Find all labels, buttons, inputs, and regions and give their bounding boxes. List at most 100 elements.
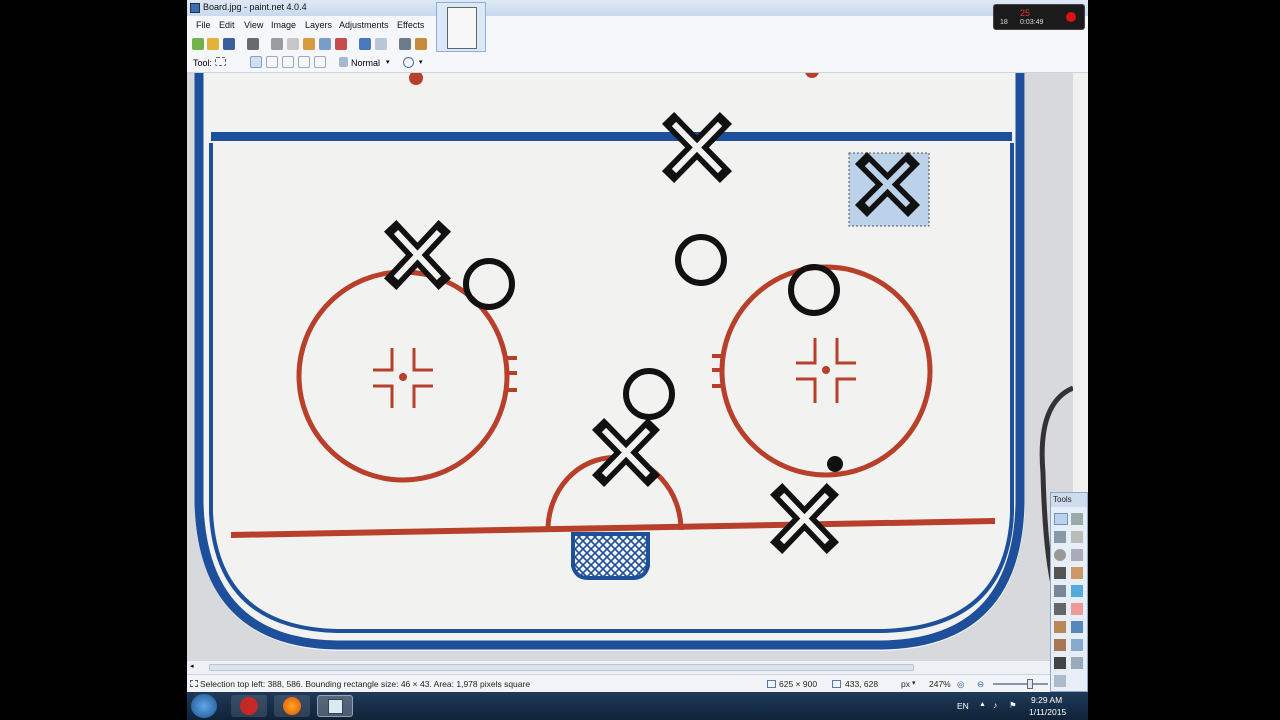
scroll-left-icon[interactable]: ◂ <box>190 662 194 670</box>
chevron-down-icon[interactable]: ▾ <box>386 58 390 66</box>
zoom-out-icon[interactable]: ⊖ <box>977 679 984 690</box>
system-tray: EN ▲ ♪ ⚑ 9:29 AM 1/11/2015 <box>953 692 1088 720</box>
selection-mode-intersect-icon[interactable] <box>298 56 310 68</box>
rectangle-select-icon[interactable] <box>215 57 226 66</box>
cursor-icon <box>832 680 841 688</box>
thumbnail-image <box>447 7 477 49</box>
selection-mode-exclude-icon[interactable] <box>282 56 294 68</box>
open-icon[interactable] <box>207 38 219 50</box>
image-size-icon <box>767 680 776 688</box>
save-icon[interactable] <box>223 38 235 50</box>
firefox-icon <box>283 697 301 715</box>
menu-effects[interactable]: Effects <box>397 20 424 30</box>
copy-icon[interactable] <box>287 38 299 50</box>
paste-icon[interactable] <box>303 38 315 50</box>
line-curve-tool-icon[interactable] <box>1071 657 1083 669</box>
recorder-top-value: 25 <box>1020 8 1031 18</box>
tool-label: Tool: <box>193 58 213 68</box>
image-size: 625 × 900 <box>779 679 818 689</box>
title-bar: Board.jpg - paint.net 4.0.4 <box>187 0 1088 16</box>
color-picker-tool-icon[interactable] <box>1071 621 1083 633</box>
cursor-position: 433, 628 <box>845 679 879 689</box>
menu-layers[interactable]: Layers <box>305 20 332 30</box>
redo-icon[interactable] <box>375 38 387 50</box>
zoom-slider-handle[interactable] <box>1027 679 1033 689</box>
gradient-tool-icon[interactable] <box>1071 585 1083 597</box>
recorder-taskbar-button[interactable] <box>231 695 267 717</box>
zoom-tool-icon[interactable] <box>1071 549 1083 561</box>
tools-window-title: Tools <box>1051 493 1087 507</box>
menu-adjustments[interactable]: Adjustments <box>339 20 389 30</box>
chevron-down-icon[interactable]: ▾ <box>419 58 423 66</box>
menu-file[interactable]: File <box>196 20 211 30</box>
tools-window: Tools <box>1050 492 1088 692</box>
record-icon[interactable] <box>1066 12 1076 22</box>
firefox-taskbar-button[interactable] <box>274 695 310 717</box>
selection-mode-union-icon[interactable] <box>266 56 278 68</box>
deselect-icon[interactable] <box>335 38 347 50</box>
eraser-tool-icon[interactable] <box>1071 603 1083 615</box>
move-selection-tool-icon[interactable] <box>1071 531 1083 543</box>
start-button-icon[interactable] <box>191 694 217 718</box>
paintbrush-tool-icon[interactable] <box>1054 603 1066 615</box>
app-icon <box>190 3 200 13</box>
paintnet-taskbar-button[interactable] <box>317 695 353 717</box>
blue-line <box>211 132 1012 141</box>
zoom-value[interactable]: 247% <box>929 679 951 689</box>
recolor-tool-icon[interactable] <box>1071 639 1083 651</box>
cut-icon[interactable] <box>271 38 283 50</box>
window-title: Board.jpg - paint.net 4.0.4 <box>203 2 307 12</box>
blend-mode-select[interactable]: Normal <box>351 58 380 68</box>
action-center-flag-icon[interactable]: ⚑ <box>1009 700 1017 711</box>
paintnet-icon <box>328 699 343 714</box>
magic-wand-tool-icon[interactable] <box>1054 567 1066 579</box>
screen-recorder-widget: 25 18 0:03:49 <box>993 4 1085 30</box>
rectangle-select-tool-icon[interactable] <box>1054 513 1068 525</box>
recorder-time: 0:03:49 <box>1020 19 1044 26</box>
goal-net <box>571 532 650 580</box>
menu-view[interactable]: View <box>244 20 263 30</box>
language-indicator[interactable]: EN <box>957 701 969 711</box>
puck <box>827 456 843 472</box>
text-tool-icon[interactable] <box>1054 657 1066 669</box>
crop-icon[interactable] <box>319 38 331 50</box>
new-icon[interactable] <box>192 38 204 50</box>
show-hidden-icons-icon[interactable]: ▲ <box>979 701 986 708</box>
ellipse-select-tool-icon[interactable] <box>1054 549 1066 561</box>
units-select[interactable]: px <box>901 679 910 689</box>
selection-mode-invert-icon[interactable] <box>314 56 326 68</box>
shapes-tool-icon[interactable] <box>1054 675 1066 687</box>
clock-time[interactable]: 9:29 AM <box>1031 695 1062 705</box>
recorder-small: 18 <box>1000 19 1008 26</box>
chevron-down-icon[interactable]: ▾ <box>912 679 916 687</box>
main-toolbar <box>187 35 1088 53</box>
grid-icon[interactable] <box>399 38 411 50</box>
antialias-icon[interactable] <box>403 57 414 68</box>
paintnet-window: Board.jpg - paint.net 4.0.4 File Edit Vi… <box>187 0 1088 692</box>
pan-tool-icon[interactable] <box>1071 567 1083 579</box>
scrollbar-thumb[interactable] <box>209 664 914 671</box>
clone-stamp-tool-icon[interactable] <box>1054 639 1066 651</box>
paint-bucket-tool-icon[interactable] <box>1054 585 1066 597</box>
move-tool-icon[interactable] <box>1071 513 1083 525</box>
menu-edit[interactable]: Edit <box>219 20 235 30</box>
horizontal-scrollbar[interactable]: ◂ <box>187 660 1073 674</box>
print-icon[interactable] <box>247 38 259 50</box>
hockey-rink-image <box>187 73 1073 660</box>
zoom-slider[interactable] <box>993 683 1048 685</box>
windows-taskbar: EN ▲ ♪ ⚑ 9:29 AM 1/11/2015 <box>187 692 1088 720</box>
volume-icon[interactable]: ♪ <box>993 700 997 710</box>
zoom-fit-icon[interactable]: ◎ <box>957 679 964 690</box>
menu-bar: File Edit View Image Layers Adjustments … <box>187 16 1088 35</box>
image-canvas[interactable] <box>187 73 1073 660</box>
undo-icon[interactable] <box>359 38 371 50</box>
ruler-icon[interactable] <box>415 38 427 50</box>
pencil-tool-icon[interactable] <box>1054 621 1066 633</box>
selection-mode-replace-icon[interactable] <box>250 56 262 68</box>
menu-image[interactable]: Image <box>271 20 296 30</box>
lasso-tool-icon[interactable] <box>1054 531 1066 543</box>
record-app-icon <box>240 697 258 715</box>
image-thumbnail-tab[interactable] <box>436 2 486 52</box>
clock-date[interactable]: 1/11/2015 <box>1029 707 1066 717</box>
selection-icon <box>190 680 198 687</box>
